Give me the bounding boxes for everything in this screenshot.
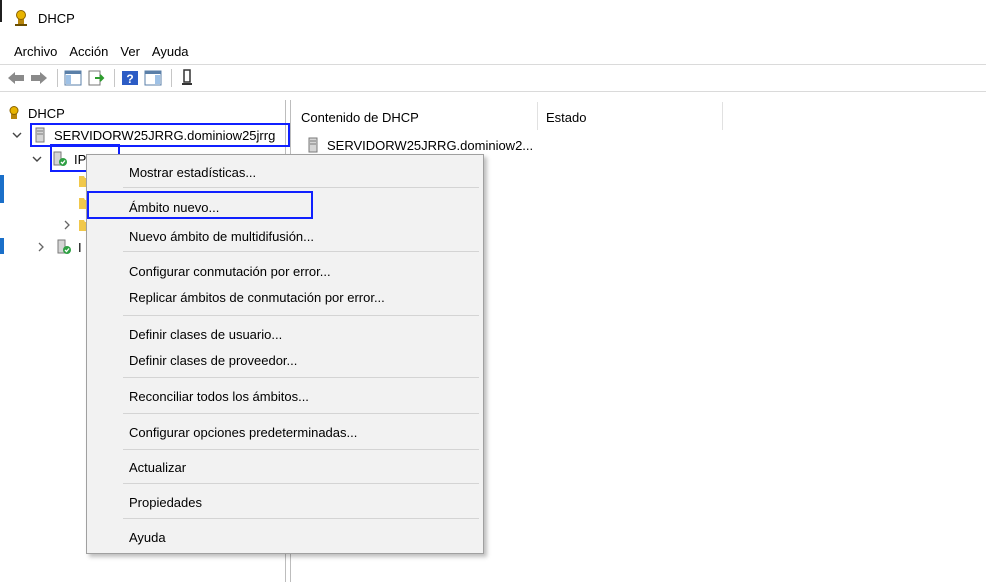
menu-archivo[interactable]: Archivo	[8, 42, 63, 61]
background-window-edge	[0, 175, 4, 203]
menu-separator	[123, 518, 479, 519]
menu-item-configurar-conmutacion[interactable]: Configurar conmutación por error...	[129, 260, 331, 282]
ipv6-server-icon	[56, 239, 72, 255]
chevron-right-icon[interactable]	[60, 218, 74, 232]
menu-bar: Archivo Acción Ver Ayuda	[0, 40, 986, 62]
menu-item-definir-clases-usuario[interactable]: Definir clases de usuario...	[129, 323, 282, 345]
tree-label-ipv6: I	[78, 239, 82, 255]
dhcp-app-icon	[12, 9, 30, 27]
menu-separator	[123, 187, 479, 188]
show-hide-action-pane-icon[interactable]	[143, 68, 163, 88]
menu-item-definir-clases-proveedor[interactable]: Definir clases de proveedor...	[129, 349, 297, 371]
chevron-down-icon[interactable]	[30, 152, 44, 166]
menu-separator	[123, 413, 479, 414]
tree-item-dhcp[interactable]: DHCP	[6, 104, 65, 122]
menu-item-mostrar-estadisticas[interactable]: Mostrar estadísticas...	[129, 161, 256, 183]
list-item-name: SERVIDORW25JRRG.dominiow2...	[327, 137, 534, 153]
chevron-right-icon[interactable]	[34, 240, 48, 254]
filter-icon[interactable]	[177, 68, 197, 88]
ambito-nuevo-highlight-box	[87, 191, 313, 219]
window-title: DHCP	[38, 10, 75, 26]
column-header-estado[interactable]: Estado	[546, 106, 586, 128]
toolbar-separator	[57, 69, 58, 87]
column-separator[interactable]	[722, 102, 723, 130]
background-window-edge	[0, 238, 4, 254]
menu-separator	[123, 377, 479, 378]
server-icon	[305, 137, 321, 153]
menu-item-replicar-ambitos[interactable]: Replicar ámbitos de conmutación por erro…	[129, 286, 385, 308]
show-hide-tree-icon[interactable]	[63, 68, 83, 88]
back-icon[interactable]	[6, 68, 26, 88]
menu-separator	[123, 449, 479, 450]
menu-separator	[123, 315, 479, 316]
menu-accion[interactable]: Acción	[63, 42, 114, 61]
export-list-icon[interactable]	[86, 68, 106, 88]
menu-item-propiedades[interactable]: Propiedades	[129, 491, 202, 513]
toolbar-separator	[171, 69, 172, 87]
menu-item-nuevo-ambito-multidifusion[interactable]: Nuevo ámbito de multidifusión...	[129, 225, 314, 247]
tree-label-dhcp: DHCP	[28, 105, 65, 121]
title-bar: DHCP	[0, 0, 986, 36]
toolbar: ?	[0, 64, 986, 92]
forward-icon[interactable]	[29, 68, 49, 88]
menu-item-configurar-opciones[interactable]: Configurar opciones predeterminadas...	[129, 421, 357, 443]
dhcp-icon	[6, 105, 22, 121]
menu-separator	[123, 483, 479, 484]
list-item[interactable]: SERVIDORW25JRRG.dominiow2...	[305, 136, 533, 154]
dhcp-window: DHCP Archivo Acción Ver Ayuda ? DHCP SER…	[0, 0, 986, 582]
help-icon[interactable]: ?	[120, 68, 140, 88]
chevron-down-icon[interactable]	[10, 128, 24, 142]
menu-item-reconciliar-ambitos[interactable]: Reconciliar todos los ámbitos...	[129, 385, 309, 407]
svg-text:?: ?	[126, 72, 133, 86]
tree-item-ipv6[interactable]: I	[34, 238, 82, 256]
menu-ver[interactable]: Ver	[114, 42, 146, 61]
menu-ayuda[interactable]: Ayuda	[146, 42, 195, 61]
column-separator[interactable]	[537, 102, 538, 130]
menu-item-ayuda[interactable]: Ayuda	[129, 526, 166, 548]
menu-item-actualizar[interactable]: Actualizar	[129, 456, 186, 478]
toolbar-separator	[114, 69, 115, 87]
menu-separator	[123, 251, 479, 252]
column-header-contenido[interactable]: Contenido de DHCP	[301, 106, 419, 128]
